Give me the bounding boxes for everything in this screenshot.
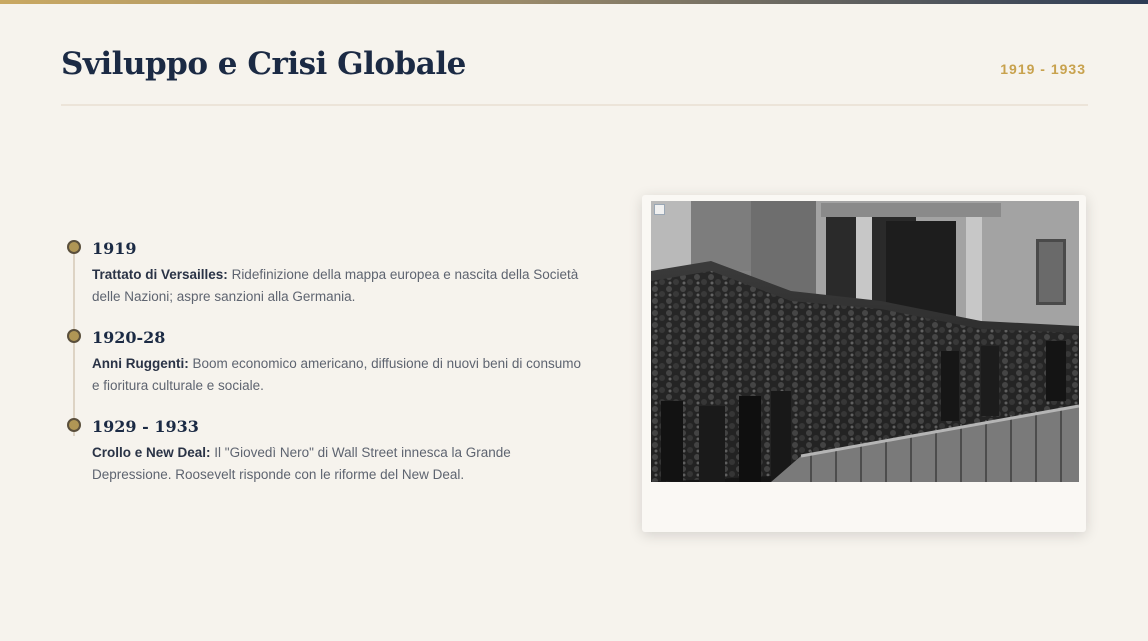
slide-title: Sviluppo e Crisi Globale — [61, 46, 466, 82]
timeline: 1919 Trattato di Versailles: Ridefinizio… — [66, 236, 596, 496]
event-description: Crollo e New Deal: Il "Giovedì Nero" di … — [92, 442, 592, 486]
timeline-dot — [67, 240, 81, 254]
event-description: Trattato di Versailles: Ridefinizione de… — [92, 264, 592, 308]
timeline-dot — [67, 329, 81, 343]
event-heading: Anni Ruggenti: — [92, 356, 189, 371]
event-description: Anni Ruggenti: Boom economico americano,… — [92, 353, 592, 397]
photo-card — [642, 195, 1086, 532]
event-year: 1919 — [92, 239, 137, 258]
timeline-dot — [67, 418, 81, 432]
event-heading: Crollo e New Deal: — [92, 445, 211, 460]
event-year: 1920-28 — [92, 328, 166, 347]
wall-street-crowd-photo — [651, 201, 1079, 482]
date-range: 1919 - 1933 — [1000, 61, 1086, 77]
event-heading: Trattato di Versailles: — [92, 267, 228, 282]
broken-image-icon — [654, 204, 665, 215]
event-year: 1929 - 1933 — [92, 417, 199, 436]
photo-illustration — [651, 201, 1079, 482]
top-accent-bar — [0, 0, 1148, 4]
title-divider — [61, 104, 1088, 106]
